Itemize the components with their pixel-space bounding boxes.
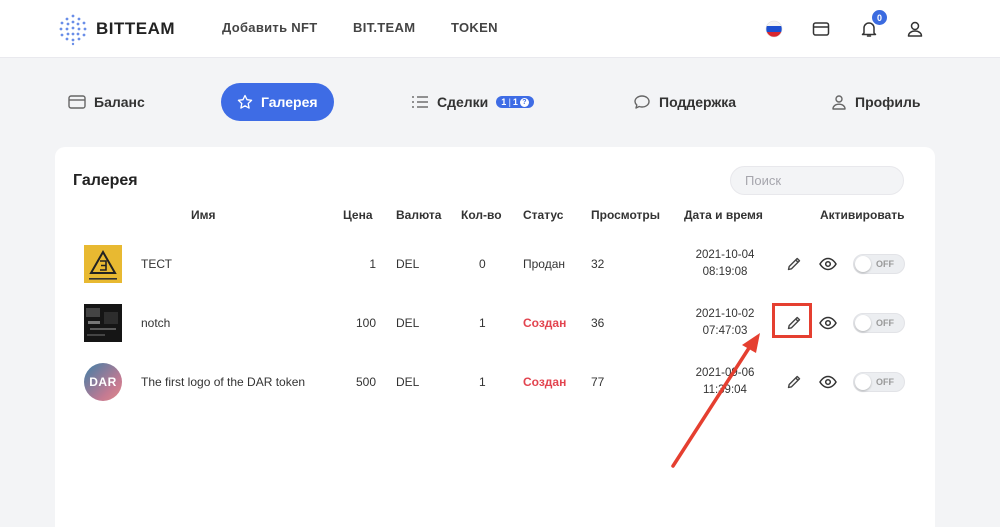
item-time: 07:47:03 (702, 325, 748, 337)
item-status: Создан (523, 375, 567, 389)
activate-toggle[interactable]: OFF (853, 254, 905, 274)
gallery-title: Галерея (73, 172, 138, 189)
nav-add-nft[interactable]: Добавить NFT (222, 20, 317, 35)
column-header-quantity: Кол-во (461, 208, 502, 222)
language-flag-icon[interactable] (763, 18, 785, 40)
toggle-label: OFF (876, 259, 894, 269)
edit-pencil-icon[interactable] (784, 372, 804, 392)
list-icon (412, 96, 428, 108)
column-header-currency: Валюта (396, 208, 442, 222)
item-time: 08:19:08 (702, 266, 748, 278)
item-quantity: 0 (479, 257, 486, 271)
tab-support[interactable]: Поддержка (633, 83, 736, 121)
tab-profile-label: Профиль (855, 94, 921, 110)
user-icon[interactable] (904, 18, 926, 40)
item-currency: DEL (396, 375, 420, 389)
nav-token[interactable]: TOKEN (451, 20, 498, 35)
item-views: 77 (591, 375, 605, 389)
column-header-price: Цена (343, 208, 373, 222)
toggle-knob (855, 256, 871, 272)
item-date: 2021-09-06 (695, 367, 755, 379)
column-header-activate: Активировать (820, 208, 905, 222)
toggle-label: OFF (876, 318, 894, 328)
eye-icon[interactable] (817, 372, 839, 392)
nav-bit-team[interactable]: BIT.TEAM (353, 20, 415, 35)
toggle-knob (855, 315, 871, 331)
item-name: The first logo of the DAR token (141, 375, 306, 389)
column-header-datetime: Дата и время (684, 208, 763, 222)
edit-pencil-icon[interactable] (784, 254, 804, 274)
table-row: ТЕСТ 1 DEL 0 Продан 32 2021-10-04 08:19:0… (55, 235, 935, 293)
tab-profile[interactable]: Профиль (831, 83, 921, 121)
toggle-label: OFF (876, 377, 894, 387)
item-name: notch (141, 316, 171, 330)
item-views: 36 (591, 316, 605, 330)
help-icon: ? (519, 97, 529, 107)
item-date: 2021-10-02 (695, 308, 755, 320)
tab-balance[interactable]: Баланс (68, 83, 145, 121)
tab-gallery[interactable]: Галерея (221, 83, 334, 121)
toggle-knob (855, 374, 871, 390)
thumbnail-image[interactable]: DAR (84, 363, 122, 401)
thumbnail-image[interactable] (84, 245, 122, 283)
logo[interactable]: BITTEAM (56, 12, 175, 46)
column-header-name: Имя (191, 208, 216, 222)
annotation-highlight-box (772, 303, 812, 338)
item-date: 2021-10-04 (695, 249, 755, 261)
star-icon (237, 94, 253, 109)
tab-deals-label: Сделки (437, 94, 489, 110)
thumbnail-image[interactable] (84, 304, 122, 342)
item-quantity: 1 (479, 375, 486, 389)
item-name: ТЕСТ (141, 257, 172, 271)
column-header-status: Статус (523, 208, 564, 222)
chat-icon (634, 95, 650, 109)
item-datetime: 2021-09-06 11:39:04 (675, 365, 775, 399)
table-row: DAR The first logo of the DAR token 500 … (55, 353, 935, 411)
activate-toggle[interactable]: OFF (853, 372, 905, 392)
deals-badge-count-a: 1 (501, 97, 507, 107)
tab-gallery-label: Галерея (261, 94, 318, 110)
item-currency: DEL (396, 257, 420, 271)
notifications-badge: 0 (872, 10, 887, 25)
tab-support-label: Поддержка (659, 94, 737, 110)
item-price: 1 (369, 257, 376, 271)
dar-logo-text: DAR (89, 375, 117, 389)
eye-icon[interactable] (817, 254, 839, 274)
item-price: 100 (355, 316, 376, 330)
item-quantity: 1 (479, 316, 486, 330)
user-icon (832, 95, 846, 110)
item-price: 500 (355, 375, 376, 389)
item-datetime: 2021-10-02 07:47:03 (675, 306, 775, 340)
tab-deals[interactable]: Сделки 1 | 1 ? (411, 83, 534, 121)
item-status: Продан (523, 257, 566, 271)
tab-balance-label: Баланс (94, 94, 145, 110)
column-header-views: Просмотры (591, 208, 661, 222)
item-views: 32 (591, 257, 605, 271)
logo-icon (59, 14, 87, 46)
item-datetime: 2021-10-04 08:19:08 (675, 247, 775, 281)
item-status: Создан (523, 316, 567, 330)
item-time: 11:39:04 (703, 384, 747, 396)
eye-icon[interactable] (817, 313, 839, 333)
item-currency: DEL (396, 316, 420, 330)
logo-text: BITTEAM (96, 19, 176, 38)
top-bar: BITTEAM Добавить NFT BIT.TEAM TOKEN 0 (0, 0, 1000, 58)
wallet-icon (68, 95, 86, 109)
card-icon[interactable] (810, 18, 832, 40)
activate-toggle[interactable]: OFF (853, 313, 905, 333)
deals-badge: 1 | 1 ? (496, 96, 534, 108)
search-input[interactable] (730, 166, 904, 195)
deals-badge-count-b: 1 (512, 97, 518, 107)
